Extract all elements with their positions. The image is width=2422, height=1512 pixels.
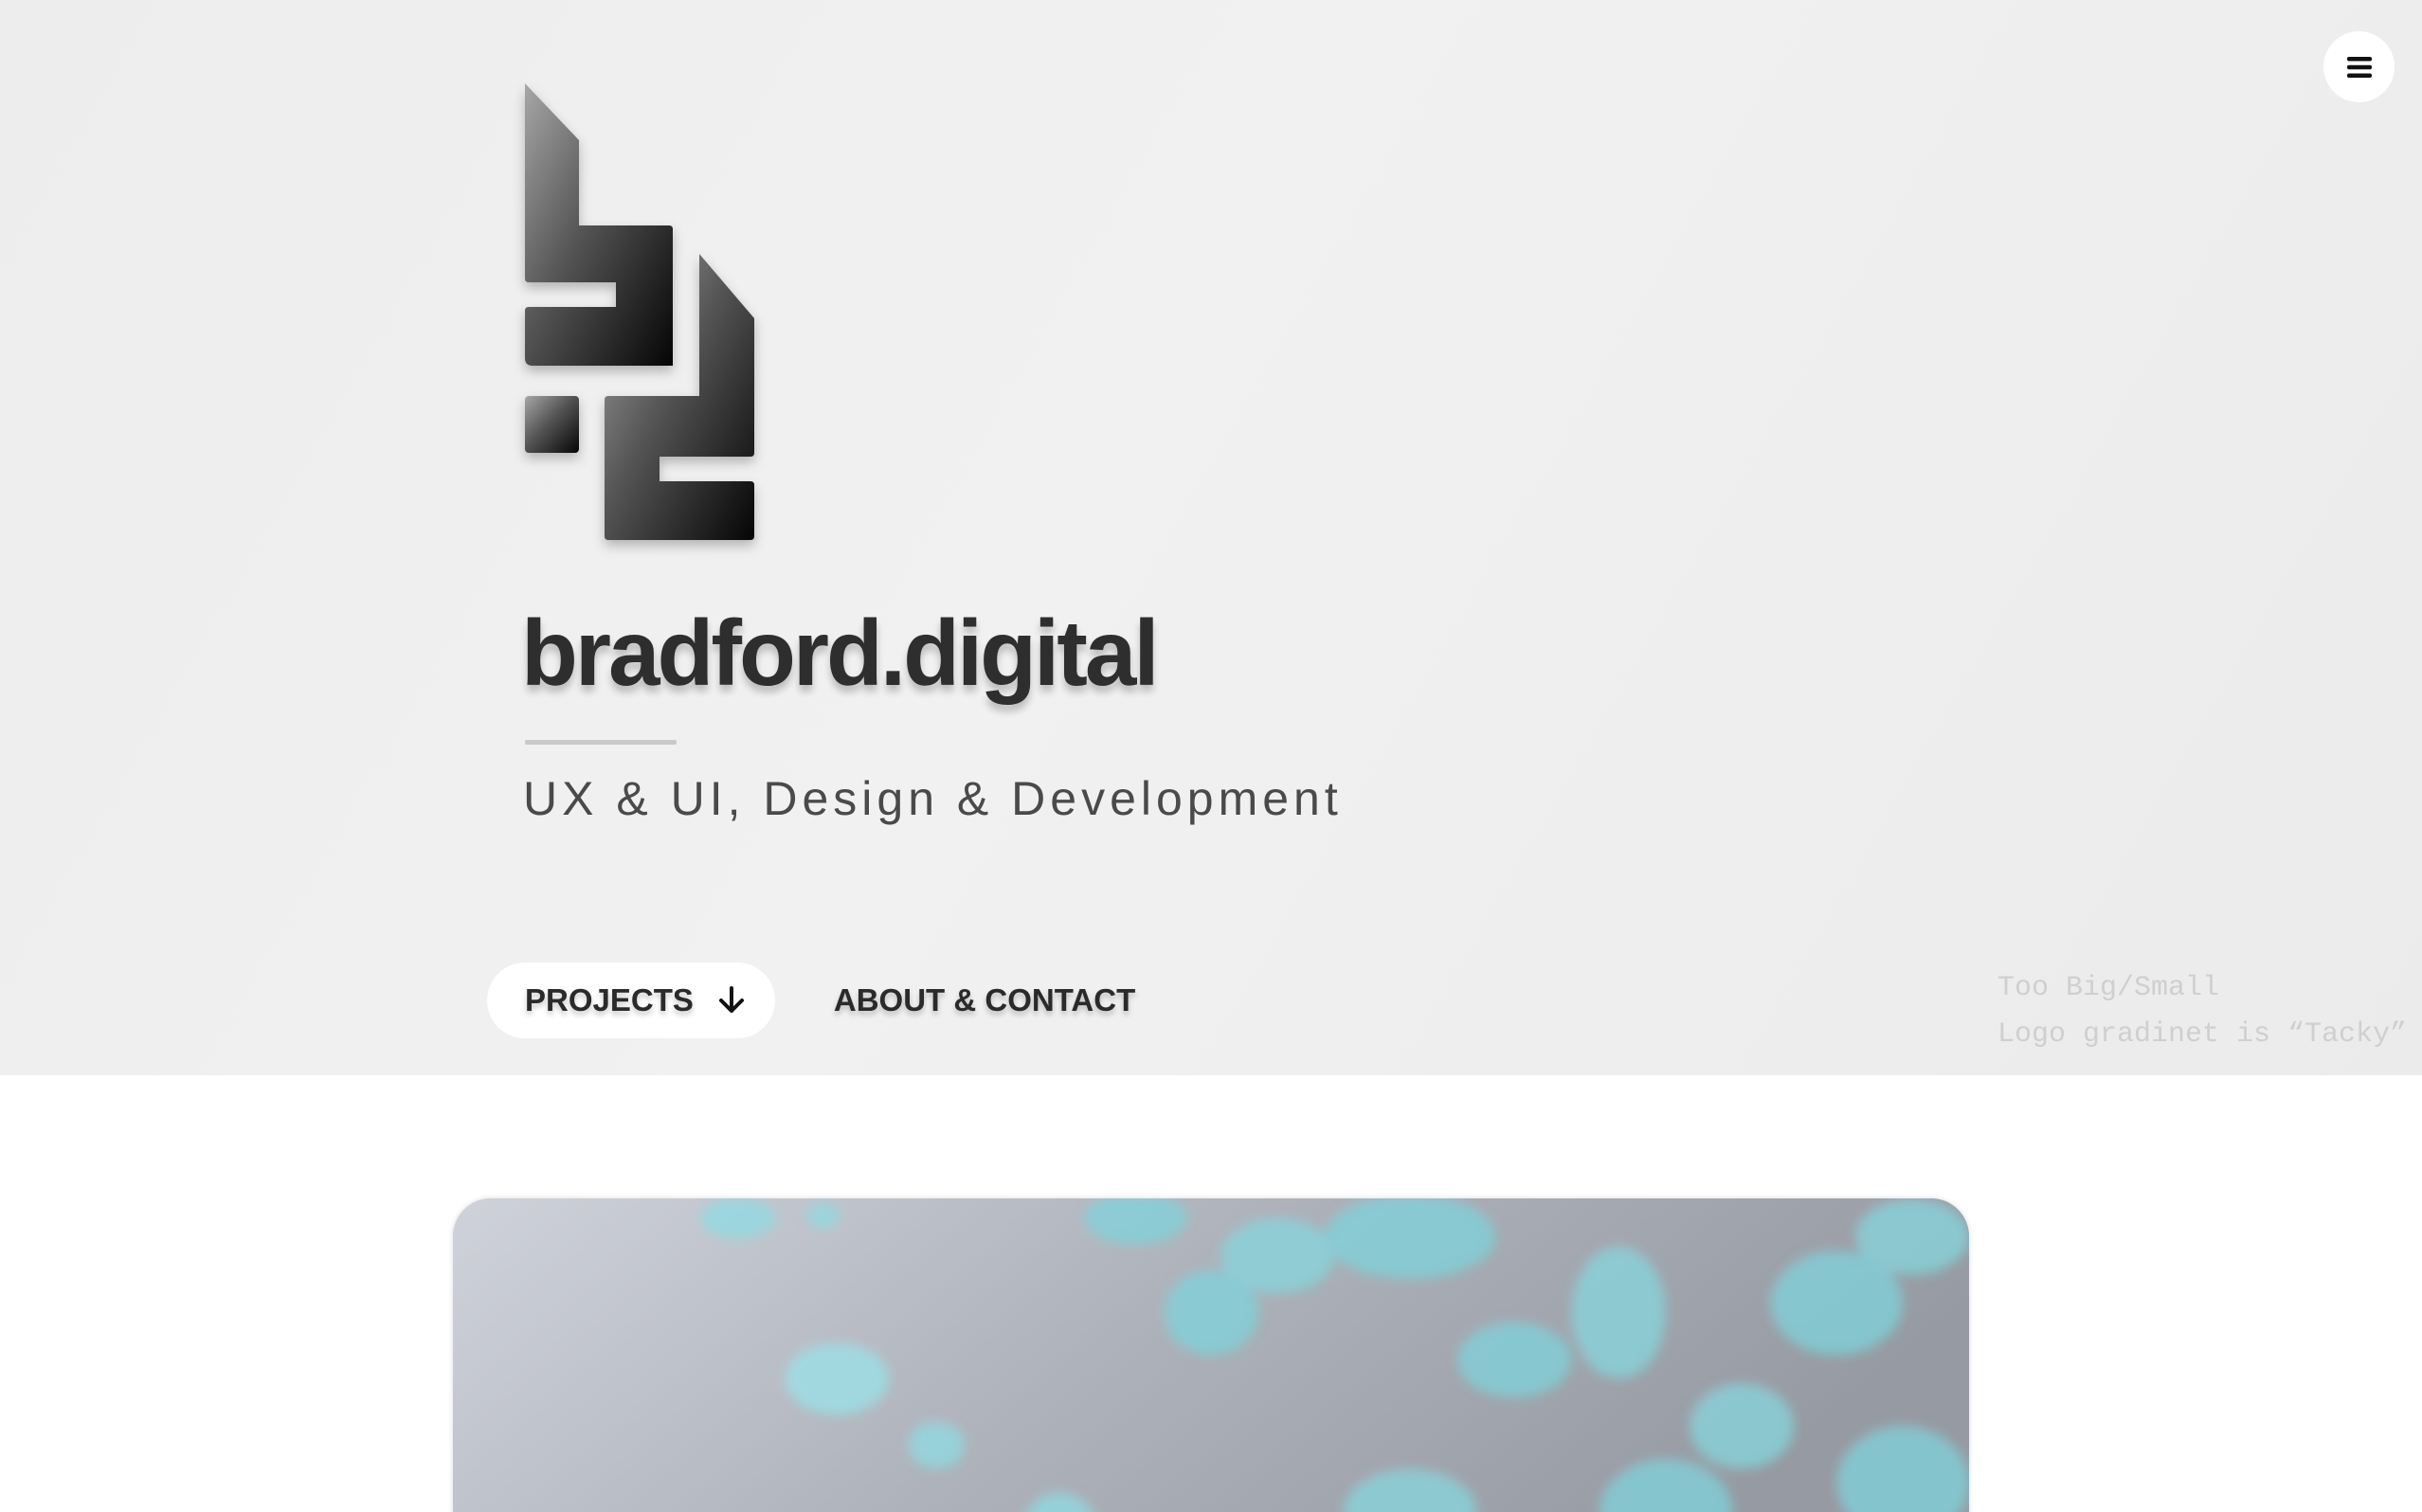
note-line: Too Big/Small <box>1997 972 2220 1004</box>
title-divider <box>525 740 677 745</box>
about-contact-link[interactable]: ABOUT & CONTACT <box>834 982 1135 1018</box>
page: bradford.digital UX & UI, Design & Devel… <box>0 0 2422 1512</box>
project-card[interactable] <box>453 1198 1969 1512</box>
main-nav: PROJECTS ABOUT & CONTACT <box>487 963 1135 1038</box>
hero-section: bradford.digital UX & UI, Design & Devel… <box>0 0 2422 1075</box>
hamburger-icon <box>2346 56 2372 78</box>
bd-logo-icon <box>525 83 754 540</box>
site-title: bradford.digital <box>521 601 1160 705</box>
project-image <box>453 1198 1969 1512</box>
feedback-notes: Too Big/Small Logo gradinet is “Tacky” <box>1997 965 2407 1058</box>
projects-button[interactable]: PROJECTS <box>487 963 775 1038</box>
arrow-down-icon <box>718 986 744 1013</box>
about-contact-label: ABOUT & CONTACT <box>833 982 1136 1017</box>
projects-label: PROJECTS <box>525 982 694 1017</box>
tagline: UX & UI, Design & Development <box>523 772 1343 825</box>
note-line: Logo gradinet is “Tacky” <box>1997 1018 2408 1051</box>
menu-button[interactable] <box>2323 31 2395 102</box>
